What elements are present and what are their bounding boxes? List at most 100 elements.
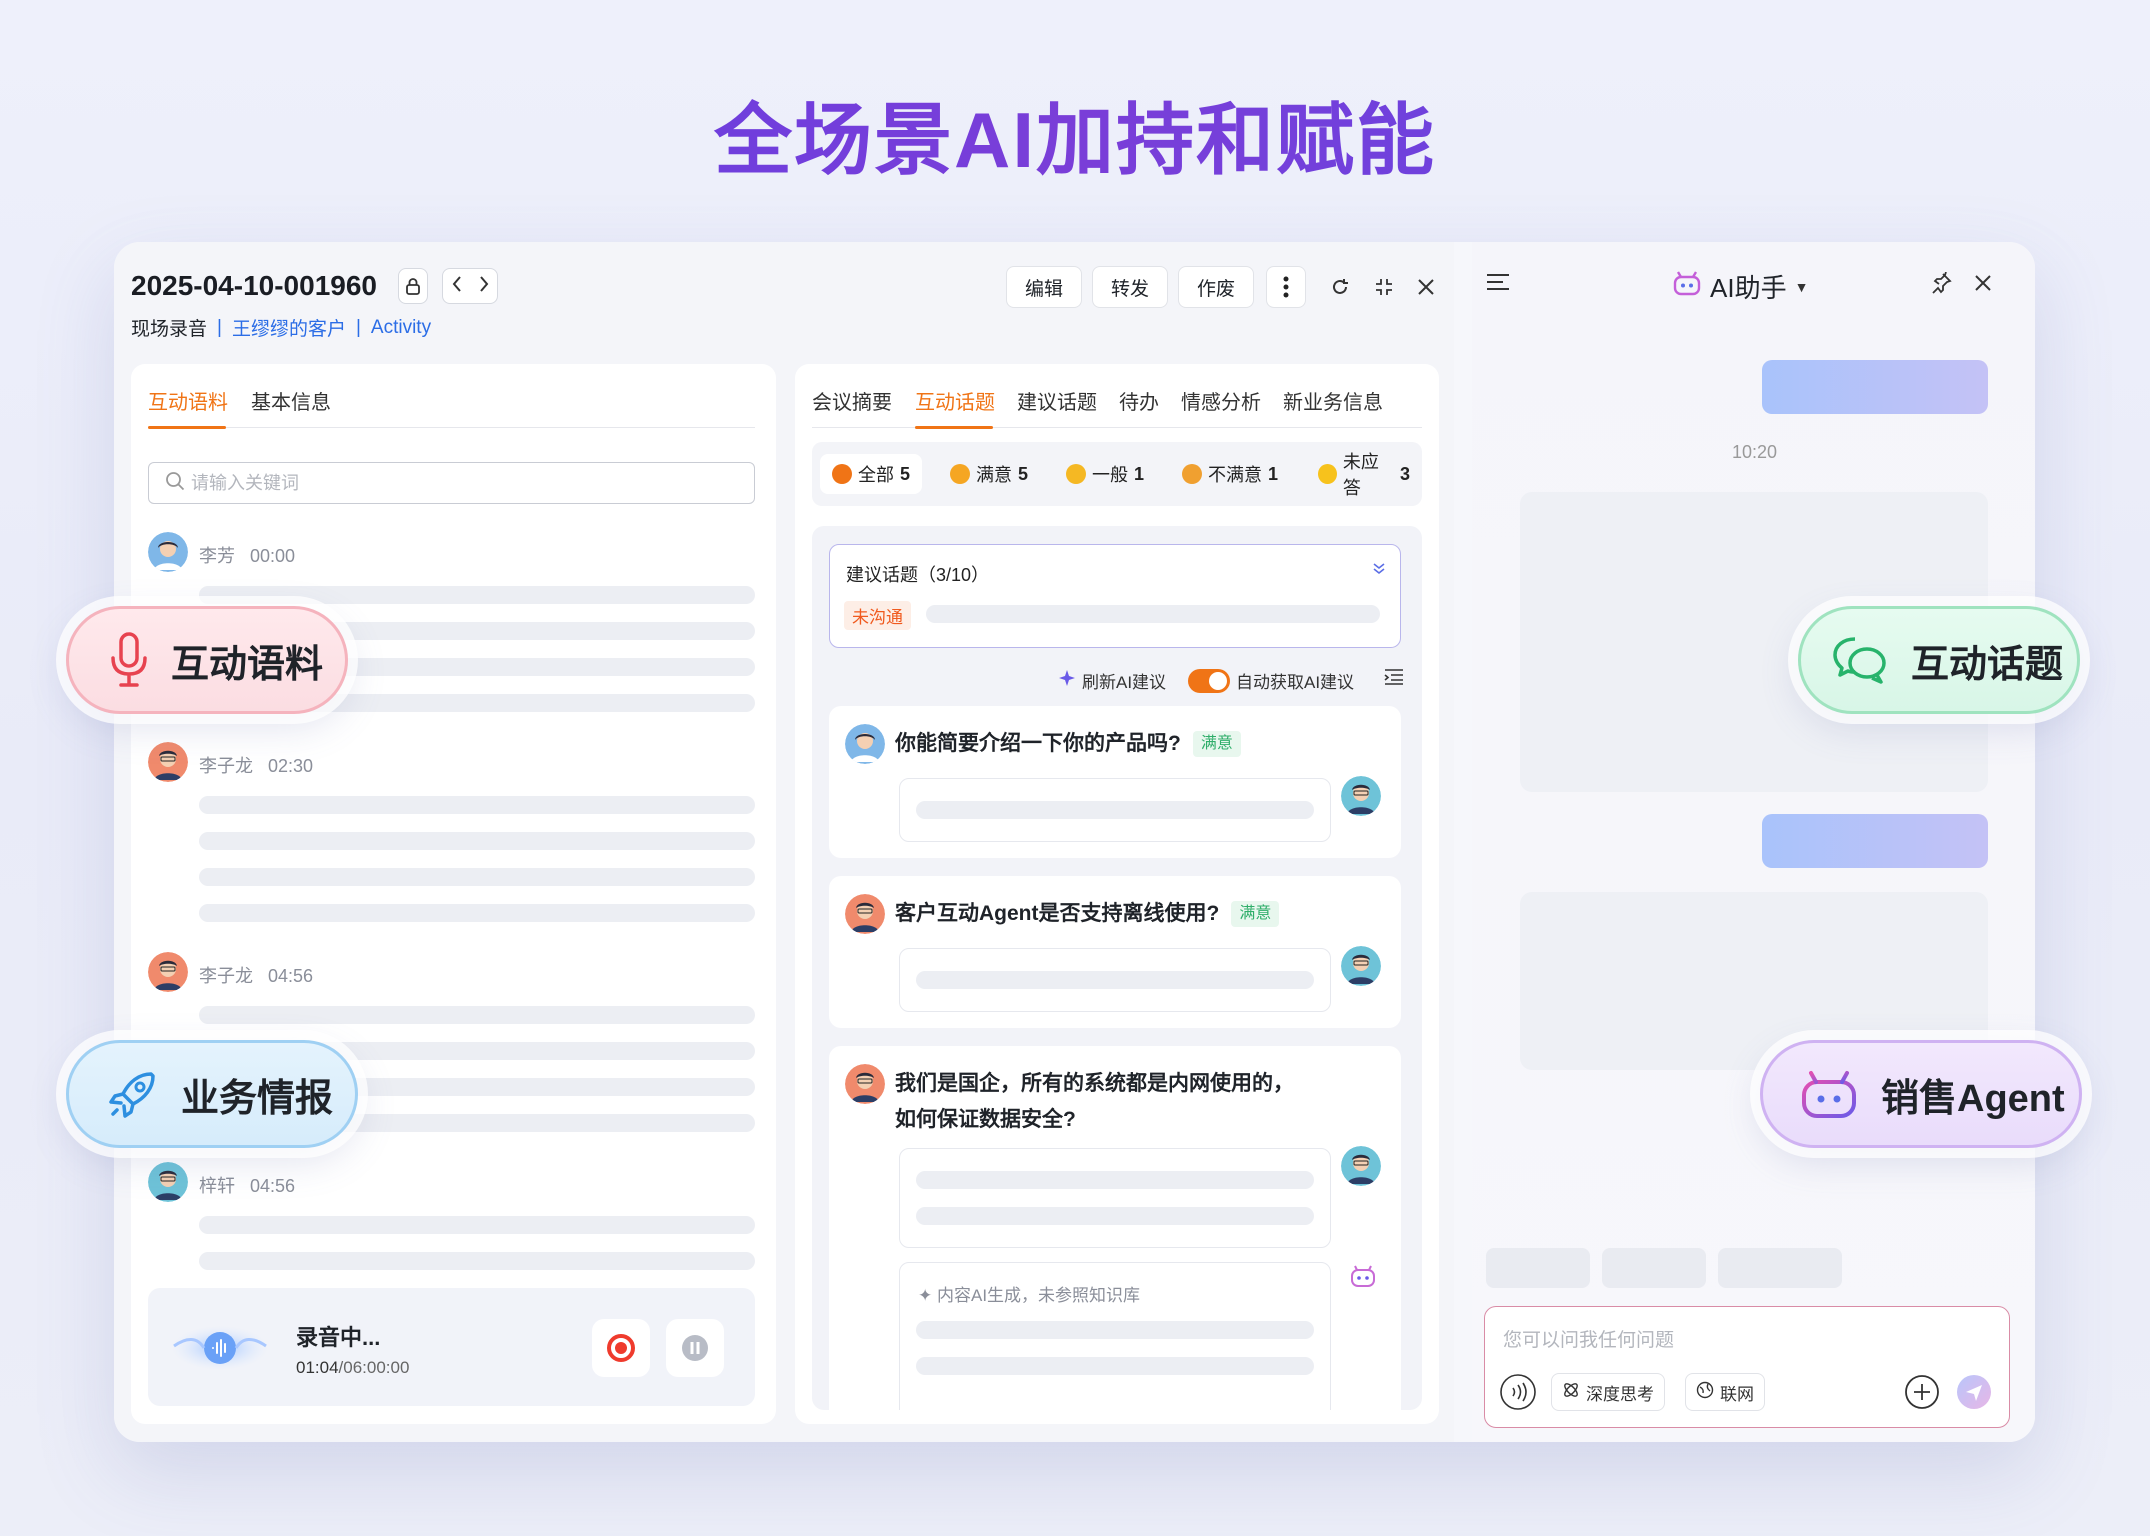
deep-think-button[interactable]: 深度思考 (1551, 1373, 1665, 1411)
filter-all[interactable]: 全部 5 (820, 454, 923, 494)
voice-wave-icon (170, 1316, 270, 1385)
filter-unanswered[interactable]: 未应答 3 (1306, 452, 1422, 498)
quick-prompt-chip[interactable] (1602, 1248, 1706, 1288)
breadcrumb: 现场录音 | 王缪缪的客户 | Activity (131, 314, 431, 341)
ai-title[interactable]: AI助手 ▼ (1672, 268, 1808, 305)
recording-status: 录音中... (296, 1325, 381, 1350)
forward-button[interactable]: 转发 (1092, 266, 1169, 308)
text-placeholder (916, 1321, 1314, 1339)
tab-meeting-summary[interactable]: 会议摘要 (812, 386, 892, 415)
tab-todo[interactable]: 待办 (1119, 386, 1159, 415)
toggle-switch[interactable] (1188, 668, 1230, 693)
list-settings-icon[interactable] (1384, 668, 1404, 686)
close-icon[interactable] (1408, 268, 1444, 306)
breadcrumb-separator: | (355, 316, 361, 338)
quick-prompt-chip[interactable] (1718, 1248, 1842, 1288)
void-button[interactable]: 作废 (1178, 266, 1255, 308)
tab-interaction-topics[interactable]: 互动话题 (915, 386, 995, 415)
more-icon[interactable] (1266, 266, 1306, 308)
filter-unsatisfied[interactable]: 不满意 1 (1170, 454, 1290, 494)
close-icon[interactable] (1974, 274, 1992, 297)
tab-corpus[interactable]: 互动语料 (148, 386, 228, 415)
text-placeholder (916, 1357, 1314, 1375)
globe-icon (1696, 1381, 1714, 1404)
search-icon (165, 471, 185, 496)
auto-ai-toggle[interactable]: 自动获取AI建议 (1188, 668, 1354, 693)
tab-sentiment[interactable]: 情感分析 (1181, 386, 1261, 415)
answer-box (899, 1148, 1331, 1248)
badge-agent: 销售Agent (1760, 1040, 2082, 1148)
avatar (148, 742, 188, 782)
app-window: 2025-04-10-001960 现场录音 | 王缪缪的客户 | Activi… (114, 242, 2035, 1442)
sad-face-icon (1182, 464, 1202, 484)
refresh-ai-button[interactable]: 刷新AI建议 (1058, 668, 1166, 693)
robot-icon (1799, 1068, 1859, 1120)
chevron-down-icon[interactable] (1372, 561, 1386, 580)
chat-input-box[interactable]: 您可以问我任何问题 深度思考 联网 (1484, 1306, 2010, 1428)
ai-assistant-panel: AI助手 ▼ 10:20 您可以问我任何问题 深度思考 联网 (1472, 242, 2035, 1442)
question-text: 你能简要介绍一下你的产品吗? 满意 (895, 726, 1241, 762)
document-id: 2025-04-10-001960 (131, 270, 377, 301)
sun-icon (1318, 464, 1337, 484)
tab-divider (812, 427, 1422, 428)
breadcrumb-link[interactable]: Activity (371, 317, 431, 339)
chat-input-placeholder[interactable]: 您可以问我任何问题 (1503, 1325, 1674, 1352)
avatar (845, 894, 885, 934)
badge-business: 业务情报 (66, 1040, 358, 1148)
search-box (148, 462, 755, 504)
add-icon[interactable] (1903, 1373, 1941, 1416)
rocket-icon (107, 1068, 159, 1120)
answer-box (899, 778, 1331, 842)
chevron-left-icon[interactable] (451, 273, 463, 299)
pin-icon[interactable] (1930, 271, 1952, 299)
chat-bubbles-icon (1831, 635, 1889, 685)
badge-corpus: 互动语料 (66, 606, 348, 714)
breadcrumb-link[interactable]: 王缪缪的客户 (232, 314, 346, 341)
text-placeholder (199, 796, 755, 814)
avatar (148, 952, 188, 992)
badge-topics: 互动话题 (1798, 606, 2080, 714)
record-button[interactable] (592, 1319, 650, 1377)
ai-answer-box: ✦ 内容AI生成，未参照知识库 (899, 1262, 1331, 1410)
topics-list: 建议话题（3/10） 未沟通 刷新AI建议 自动获取AI建议 你能简要介绍一下你… (812, 526, 1422, 1410)
lock-icon[interactable] (398, 268, 428, 304)
suggested-topics-box[interactable]: 建议话题（3/10） 未沟通 (829, 544, 1401, 648)
microphone-icon (109, 632, 149, 688)
avatar (148, 532, 188, 572)
main-area: 2025-04-10-001960 现场录音 | 王缪缪的客户 | Activi… (114, 242, 1454, 1442)
pause-button[interactable] (666, 1319, 724, 1377)
text-placeholder (926, 605, 1380, 623)
web-search-button[interactable]: 联网 (1685, 1373, 1765, 1411)
sentiment-badge: 满意 (1231, 901, 1280, 928)
question-text: 我们是国企，所有的系统都是内网使用的， 如何保证数据安全? (895, 1072, 1294, 1131)
happy-face-icon (950, 464, 970, 484)
robot-icon (1349, 1264, 1377, 1293)
search-input[interactable] (191, 472, 711, 494)
collapse-icon[interactable] (1366, 268, 1402, 306)
topic-card: 你能简要介绍一下你的产品吗? 满意 (829, 706, 1401, 858)
refresh-icon[interactable] (1322, 268, 1358, 306)
text-placeholder (199, 1252, 755, 1270)
filter-neutral[interactable]: 一般 1 (1054, 454, 1156, 494)
text-placeholder (916, 1171, 1314, 1189)
chevron-right-icon[interactable] (478, 273, 490, 299)
user-message-bubble (1762, 814, 1988, 868)
text-placeholder (916, 1207, 1314, 1225)
tab-suggested-topics[interactable]: 建议话题 (1017, 386, 1097, 415)
breadcrumb-item: 现场录音 (131, 319, 208, 340)
send-icon[interactable] (1955, 1373, 1993, 1416)
message-time: 10:20 (1732, 442, 1778, 462)
tab-basic-info[interactable]: 基本信息 (251, 386, 331, 415)
quick-prompt-chip[interactable] (1486, 1248, 1590, 1288)
all-icon (832, 464, 852, 484)
tab-new-business[interactable]: 新业务信息 (1283, 386, 1383, 415)
topic-card: 我们是国企，所有的系统都是内网使用的， 如何保证数据安全? ✦ 内容AI生成，未… (829, 1046, 1401, 1410)
prev-next-nav (442, 268, 498, 304)
topics-panel: 会议摘要 互动话题 建议话题 待办 情感分析 新业务信息 全部 5 满意 5 一般 1 (795, 364, 1439, 1424)
voice-icon[interactable] (1499, 1373, 1537, 1416)
avatar (1341, 776, 1381, 816)
suggest-title: 建议话题（3/10） (846, 565, 990, 585)
menu-icon[interactable] (1486, 272, 1510, 297)
filter-satisfied[interactable]: 满意 5 (938, 454, 1040, 494)
edit-button[interactable]: 编辑 (1006, 266, 1083, 308)
